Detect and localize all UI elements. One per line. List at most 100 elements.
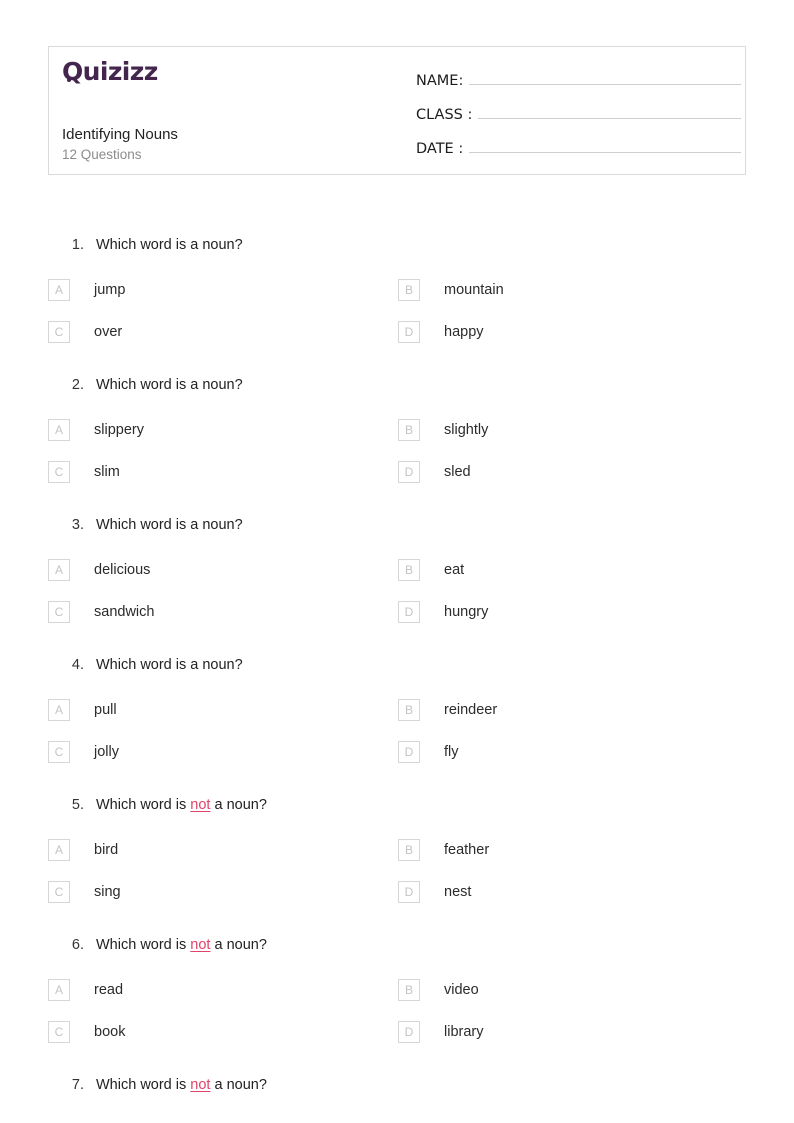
question-negation-word: not: [190, 937, 211, 953]
answer-option-d[interactable]: Dnest: [398, 879, 471, 905]
question-block: 2. Which word is a noun? Aslippery Bslightl…: [48, 368, 746, 508]
name-input-line[interactable]: [469, 67, 741, 85]
question-header: 7. Which word is not a noun?: [48, 1068, 746, 1098]
question-text-prefix: Which word is: [96, 937, 191, 953]
option-text: jump: [94, 282, 126, 298]
answer-option-c[interactable]: Cslim: [48, 459, 120, 485]
question-number: 5.: [71, 797, 84, 813]
option-text: sandwich: [94, 604, 155, 620]
option-letter-box[interactable]: D: [398, 1021, 420, 1043]
question-header: 6. Which word is not a noun?: [48, 928, 746, 958]
answer-option-d[interactable]: Dfly: [398, 739, 459, 765]
option-letter-box[interactable]: A: [48, 699, 70, 721]
answer-option-a[interactable]: Ajump: [48, 277, 125, 303]
option-letter-box[interactable]: A: [48, 979, 70, 1001]
answer-option-d[interactable]: Dsled: [398, 459, 471, 485]
option-text: delicious: [94, 562, 151, 578]
worksheet-title: Identifying Nouns: [62, 126, 178, 143]
option-letter-box[interactable]: C: [48, 881, 70, 903]
question-number: 1.: [71, 237, 84, 253]
question-header: 2. Which word is a noun?: [48, 368, 746, 398]
answer-option-row: Ajump Bmountain: [48, 277, 746, 319]
option-letter-box[interactable]: B: [398, 559, 420, 581]
option-letter-box[interactable]: B: [398, 979, 420, 1001]
answer-option-c[interactable]: Cover: [48, 319, 122, 345]
answer-option-c[interactable]: Csing: [48, 879, 121, 905]
option-letter-box[interactable]: C: [48, 1021, 70, 1043]
option-text: hungry: [444, 604, 489, 620]
question-text-suffix: a noun?: [210, 797, 267, 813]
question-header: 5. Which word is not a noun?: [48, 788, 746, 818]
option-letter-box[interactable]: B: [398, 279, 420, 301]
question-negation-word: not: [190, 797, 211, 813]
option-text: read: [94, 982, 124, 998]
option-letter-box[interactable]: B: [398, 839, 420, 861]
answer-option-d[interactable]: Dhungry: [398, 599, 488, 625]
option-letter-box[interactable]: D: [398, 321, 420, 343]
logo-q-dot: [67, 78, 71, 82]
question-text-suffix: a noun?: [210, 1077, 267, 1093]
option-letter-box[interactable]: B: [398, 419, 420, 441]
answer-option-b[interactable]: Bvideo: [398, 977, 479, 1003]
option-letter-box[interactable]: A: [48, 559, 70, 581]
option-letter-box[interactable]: C: [48, 461, 70, 483]
class-input-line[interactable]: [478, 101, 741, 119]
date-input-line[interactable]: [469, 135, 741, 153]
option-letter-box[interactable]: A: [48, 419, 70, 441]
answer-option-d[interactable]: Dhappy: [398, 319, 484, 345]
option-letter-box[interactable]: A: [48, 279, 70, 301]
answer-option-a[interactable]: Abird: [48, 837, 118, 863]
option-letter-box[interactable]: D: [398, 601, 420, 623]
option-letter-box[interactable]: D: [398, 461, 420, 483]
question-count-label: 12 Questions: [62, 147, 142, 162]
answer-option-a[interactable]: Aread: [48, 977, 123, 1003]
answer-option-b[interactable]: Bslightly: [398, 417, 488, 443]
option-text: feather: [444, 842, 490, 858]
answer-options: Adelicious Beat Csandwich Dhungry: [48, 557, 746, 641]
option-text: happy: [444, 324, 484, 340]
option-text: slightly: [444, 422, 489, 438]
question-text: Which word is a noun?: [96, 657, 243, 673]
answer-option-b[interactable]: Bfeather: [398, 837, 489, 863]
answer-option-b[interactable]: Beat: [398, 557, 464, 583]
question-text: Which word is a noun?: [96, 237, 243, 253]
option-letter-box[interactable]: D: [398, 741, 420, 763]
answer-option-a[interactable]: Adelicious: [48, 557, 150, 583]
option-letter-box[interactable]: C: [48, 321, 70, 343]
question-header: 3. Which word is a noun?: [48, 508, 746, 538]
option-text: nest: [444, 884, 472, 900]
worksheet-header-card: Quizizz Identifying Nouns 12 Questions N…: [48, 46, 746, 175]
option-text: fly: [444, 744, 459, 760]
option-text: slippery: [94, 422, 144, 438]
header-left-section: Quizizz Identifying Nouns 12 Questions: [62, 47, 412, 174]
question-block: 6. Which word is not a noun? Aread Bvideo Cb…: [48, 928, 746, 1068]
question-number: 6.: [71, 937, 84, 953]
option-text: sled: [444, 464, 471, 480]
answer-option-b[interactable]: Breindeer: [398, 697, 497, 723]
answer-options: Abird Bfeather Csing Dnest: [48, 837, 746, 921]
option-letter-box[interactable]: C: [48, 741, 70, 763]
answer-option-c[interactable]: Cbook: [48, 1019, 125, 1045]
answer-option-row: Adelicious Beat: [48, 557, 746, 599]
answer-option-row: Csing Dnest: [48, 879, 746, 921]
option-letter-box[interactable]: D: [398, 881, 420, 903]
option-text: mountain: [444, 282, 504, 298]
answer-option-a[interactable]: Aslippery: [48, 417, 144, 443]
answer-options: Ajump Bmountain Cover Dhappy: [48, 277, 746, 361]
name-field-row: NAME:: [416, 67, 741, 101]
answer-option-row: Cover Dhappy: [48, 319, 746, 361]
question-number: 2.: [71, 377, 84, 393]
option-letter-box[interactable]: C: [48, 601, 70, 623]
answer-option-c[interactable]: Csandwich: [48, 599, 154, 625]
quizizz-logo: Quizizz: [62, 59, 158, 84]
answer-option-b[interactable]: Bmountain: [398, 277, 504, 303]
logo-wordmark-rest: uizizz: [82, 57, 159, 86]
answer-option-a[interactable]: Apull: [48, 697, 117, 723]
option-letter-box[interactable]: A: [48, 839, 70, 861]
answer-option-c[interactable]: Cjolly: [48, 739, 119, 765]
answer-option-d[interactable]: Dlibrary: [398, 1019, 483, 1045]
option-text: slim: [94, 464, 120, 480]
answer-option-row: Aslippery Bslightly: [48, 417, 746, 459]
option-letter-box[interactable]: B: [398, 699, 420, 721]
answer-option-row: Aread Bvideo: [48, 977, 746, 1019]
